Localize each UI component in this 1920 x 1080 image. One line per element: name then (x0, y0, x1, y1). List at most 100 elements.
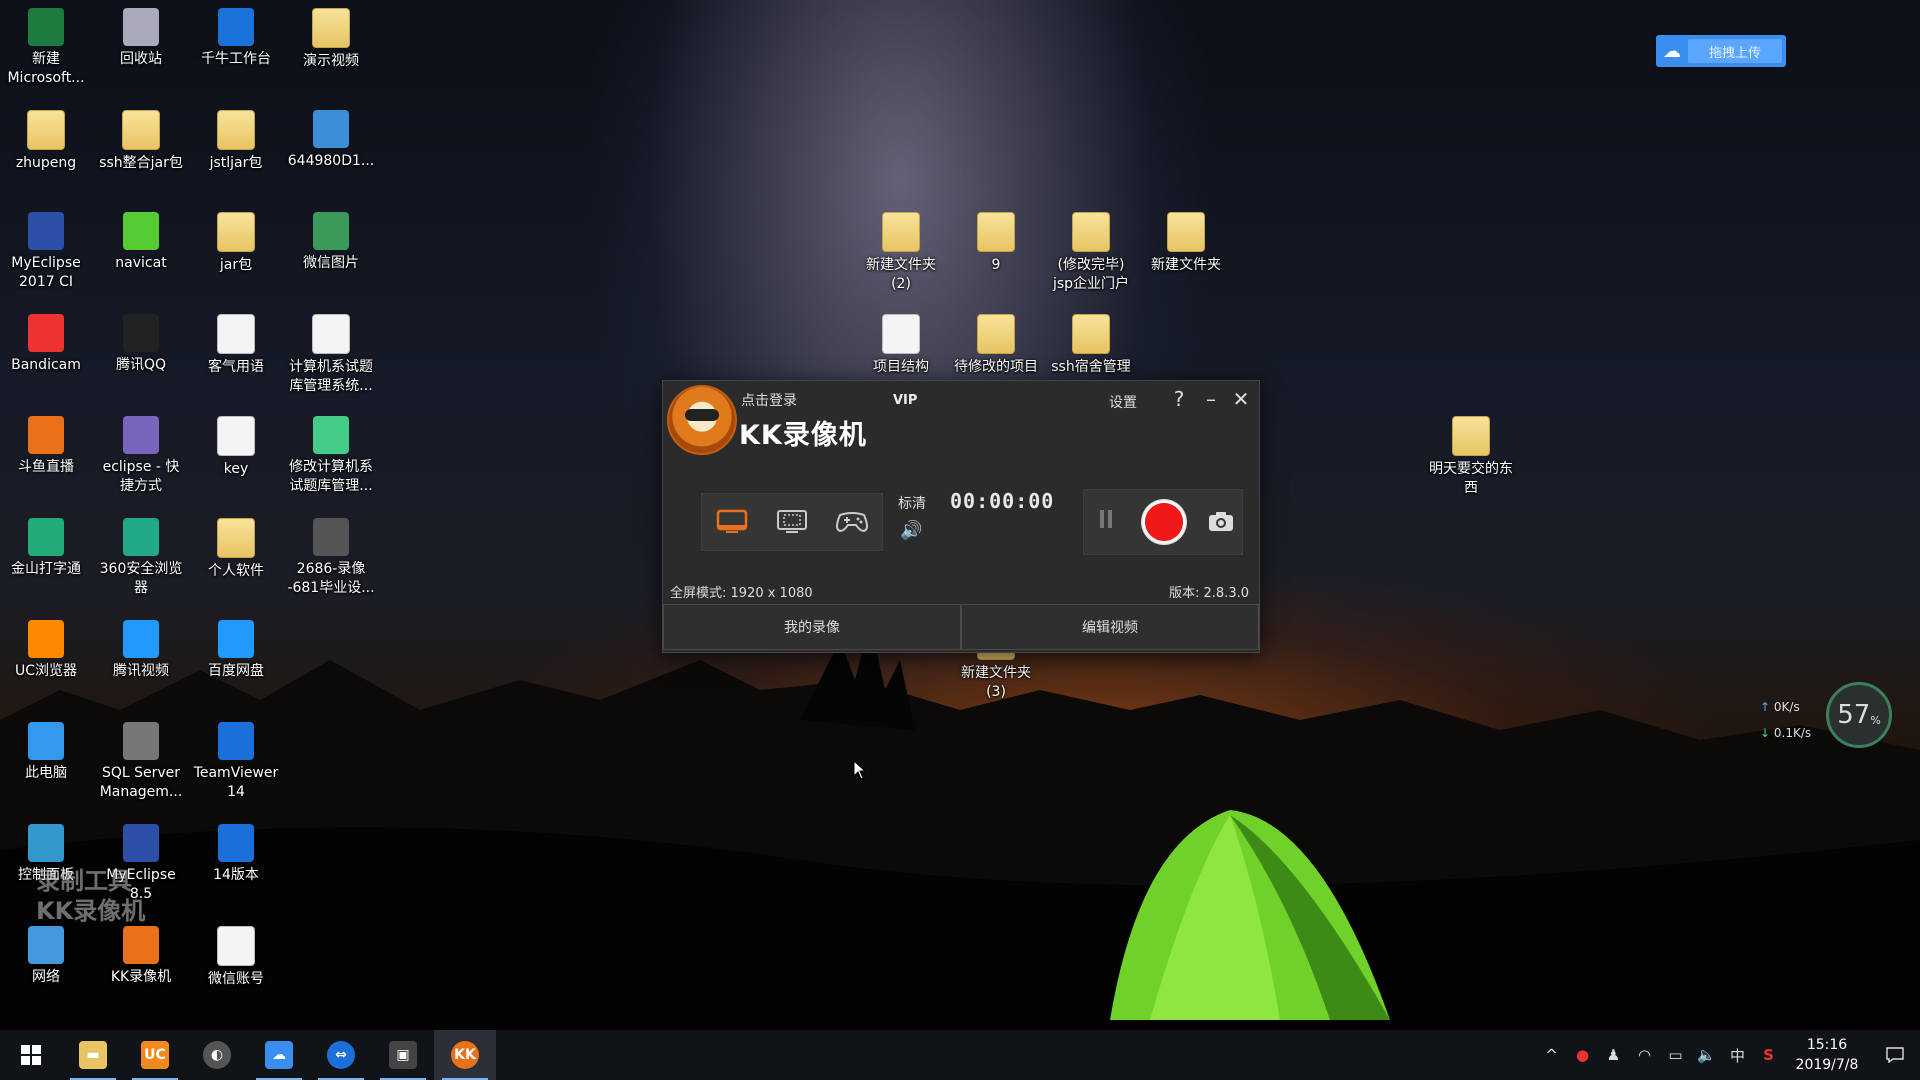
tray-wifi-icon[interactable]: ◠ (1629, 1046, 1660, 1064)
desktop-icon[interactable]: 待修改的项目 (950, 308, 1042, 377)
notification-center-button[interactable] (1870, 1047, 1920, 1063)
desktop-icon[interactable]: key (190, 410, 282, 479)
drag-upload-widget[interactable]: ☁ 拖拽上传 (1656, 35, 1786, 67)
quality-selector[interactable]: 标清 (898, 493, 926, 513)
desktop-icon[interactable]: 2686-录像 -681毕业设... (285, 512, 377, 598)
desktop-icon[interactable]: 腾讯QQ (95, 308, 187, 375)
taskbar-uc-browser[interactable]: UC (124, 1030, 186, 1080)
game-mode-button[interactable] (834, 507, 870, 537)
desktop-icon[interactable]: jstljar包 (190, 104, 282, 173)
fullscreen-mode-button[interactable] (714, 507, 750, 537)
tray-chevron-icon[interactable]: ^ (1536, 1046, 1567, 1064)
desktop-icon[interactable]: 金山打字通 (0, 512, 92, 579)
desktop-icon[interactable]: Bandicam (0, 308, 92, 375)
taskbar-eclipse[interactable]: ◐ (186, 1030, 248, 1080)
vip-button[interactable]: VIP (893, 393, 917, 408)
clock[interactable]: 15:16 2019/7/8 (1784, 1035, 1870, 1075)
desktop-item-icon (1072, 314, 1110, 354)
desktop-icon[interactable]: 9 (950, 206, 1042, 275)
desktop-icon[interactable]: KK录像机 (95, 920, 187, 987)
desktop-icon[interactable]: 演示视频 (285, 2, 377, 71)
desktop-icon[interactable]: 网络 (0, 920, 92, 987)
desktop-icon[interactable]: 个人软件 (190, 512, 282, 581)
desktop-icon-label: 644980D1... (287, 153, 375, 169)
tray-sogou-icon[interactable]: S (1753, 1046, 1784, 1064)
start-button[interactable] (0, 1030, 62, 1080)
my-recordings-button[interactable]: 我的录像 (663, 604, 961, 650)
taskbar-teamviewer[interactable]: ⇔ (310, 1030, 372, 1080)
notification-icon (1886, 1047, 1904, 1063)
desktop-icon[interactable]: 千牛工作台 (190, 2, 282, 69)
desktop-icon[interactable]: 明天要交的东 西 (1425, 410, 1517, 498)
desktop-icon[interactable]: 此电脑 (0, 716, 92, 783)
desktop-icon[interactable]: ssh宿舍管理 (1045, 308, 1137, 377)
screenshot-camera-icon[interactable] (1208, 510, 1234, 532)
desktop-item-icon (28, 620, 64, 658)
desktop-icon[interactable]: navicat (95, 206, 187, 273)
desktop-icon[interactable]: MyEclipse 2017 CI (0, 206, 92, 292)
desktop-icon[interactable]: 修改计算机系 试题库管理... (285, 410, 377, 496)
desktop-icon-label: 项目结构 (873, 359, 929, 375)
volume-icon[interactable]: 🔊 (900, 520, 922, 541)
desktop-icon[interactable]: 腾讯视频 (95, 614, 187, 681)
minimize-button[interactable]: – (1199, 387, 1223, 411)
desktop-item-icon (123, 926, 159, 964)
desktop-icon[interactable]: 斗鱼直播 (0, 410, 92, 477)
desktop-icon[interactable]: UC浏览器 (0, 614, 92, 681)
taskbar-kk-recorder[interactable]: KK (434, 1030, 496, 1080)
desktop-icon[interactable]: (修改完毕) jsp企业门户 (1045, 206, 1137, 294)
desktop-item-icon (217, 926, 255, 966)
desktop-icon[interactable]: jar包 (190, 206, 282, 275)
help-button[interactable]: ? (1167, 387, 1191, 411)
desktop-icon[interactable]: ssh整合jar包 (95, 104, 187, 173)
desktop-icon-label: (修改完毕) jsp企业门户 (1052, 257, 1130, 292)
watermark-line2: KK录像机 (36, 897, 146, 925)
taskbar-baidu-netdisk[interactable]: ☁ (248, 1030, 310, 1080)
tray-qq-icon[interactable]: ♟ (1598, 1046, 1629, 1064)
desktop-icon[interactable]: 回收站 (95, 2, 187, 69)
taskbar-video-editor[interactable]: ▣ (372, 1030, 434, 1080)
edit-video-button[interactable]: 编辑视频 (961, 604, 1259, 650)
file-explorer-icon: ▬ (79, 1041, 107, 1069)
desktop-icon[interactable]: 360安全浏览 器 (95, 512, 187, 598)
pause-button[interactable] (1100, 510, 1112, 528)
clock-time: 15:16 (1806, 1037, 1848, 1053)
network-speed-widget[interactable]: ↑ 0K/s ↓ 0.1K/s 57% (1754, 682, 1894, 754)
desktop-icon[interactable]: eclipse - 快 捷方式 (95, 410, 187, 496)
record-button[interactable] (1142, 500, 1186, 544)
desktop-icon[interactable]: TeamViewer 14 (190, 716, 282, 802)
desktop-item-icon (217, 110, 255, 150)
desktop-icon[interactable]: 百度网盘 (190, 614, 282, 681)
region-mode-button[interactable] (774, 507, 810, 537)
tray-battery-icon[interactable]: ▭ (1660, 1046, 1691, 1064)
desktop-icon[interactable]: 新建 Microsoft... (0, 2, 92, 88)
desktop-icon[interactable]: 14版本 (190, 818, 282, 885)
desktop-icon-label: 新建 Microsoft... (7, 51, 85, 86)
taskbar-file-explorer[interactable]: ▬ (62, 1030, 124, 1080)
watermark: 录制工具 KK录像机 (36, 866, 145, 926)
upload-speed: ↑ 0K/s (1760, 700, 1800, 714)
ime-indicator[interactable]: 中 (1722, 1045, 1753, 1066)
close-button[interactable]: ✕ (1229, 387, 1253, 411)
desktop-item-icon (1167, 212, 1205, 252)
settings-button[interactable]: 设置 (1109, 392, 1137, 412)
desktop-icon[interactable]: zhupeng (0, 104, 92, 173)
desktop-item-icon (28, 926, 64, 964)
desktop-icon[interactable]: 项目结构 (855, 308, 947, 377)
desktop-item-icon (218, 722, 254, 760)
uc-browser-icon: UC (141, 1041, 169, 1069)
login-link[interactable]: 点击登录 (741, 390, 797, 410)
desktop-icon[interactable]: 微信图片 (285, 206, 377, 273)
download-speed: ↓ 0.1K/s (1760, 726, 1812, 740)
desktop-icon[interactable]: 644980D1... (285, 104, 377, 171)
tray-kk-icon[interactable]: ● (1567, 1046, 1598, 1064)
desktop-icon[interactable]: 计算机系试题 库管理系统... (285, 308, 377, 396)
desktop-icon[interactable]: 微信账号 (190, 920, 282, 989)
desktop-icon-label: MyEclipse 2017 CI (11, 255, 81, 290)
desktop-icon[interactable]: 客气用语 (190, 308, 282, 377)
baidu-netdisk-icon: ☁ (1663, 40, 1681, 62)
desktop-icon[interactable]: SQL Server Managem... (95, 716, 187, 802)
tray-volume-icon[interactable]: 🔈 (1691, 1046, 1722, 1064)
desktop-icon[interactable]: 新建文件夹 (2) (855, 206, 947, 294)
desktop-icon[interactable]: 新建文件夹 (1140, 206, 1232, 275)
